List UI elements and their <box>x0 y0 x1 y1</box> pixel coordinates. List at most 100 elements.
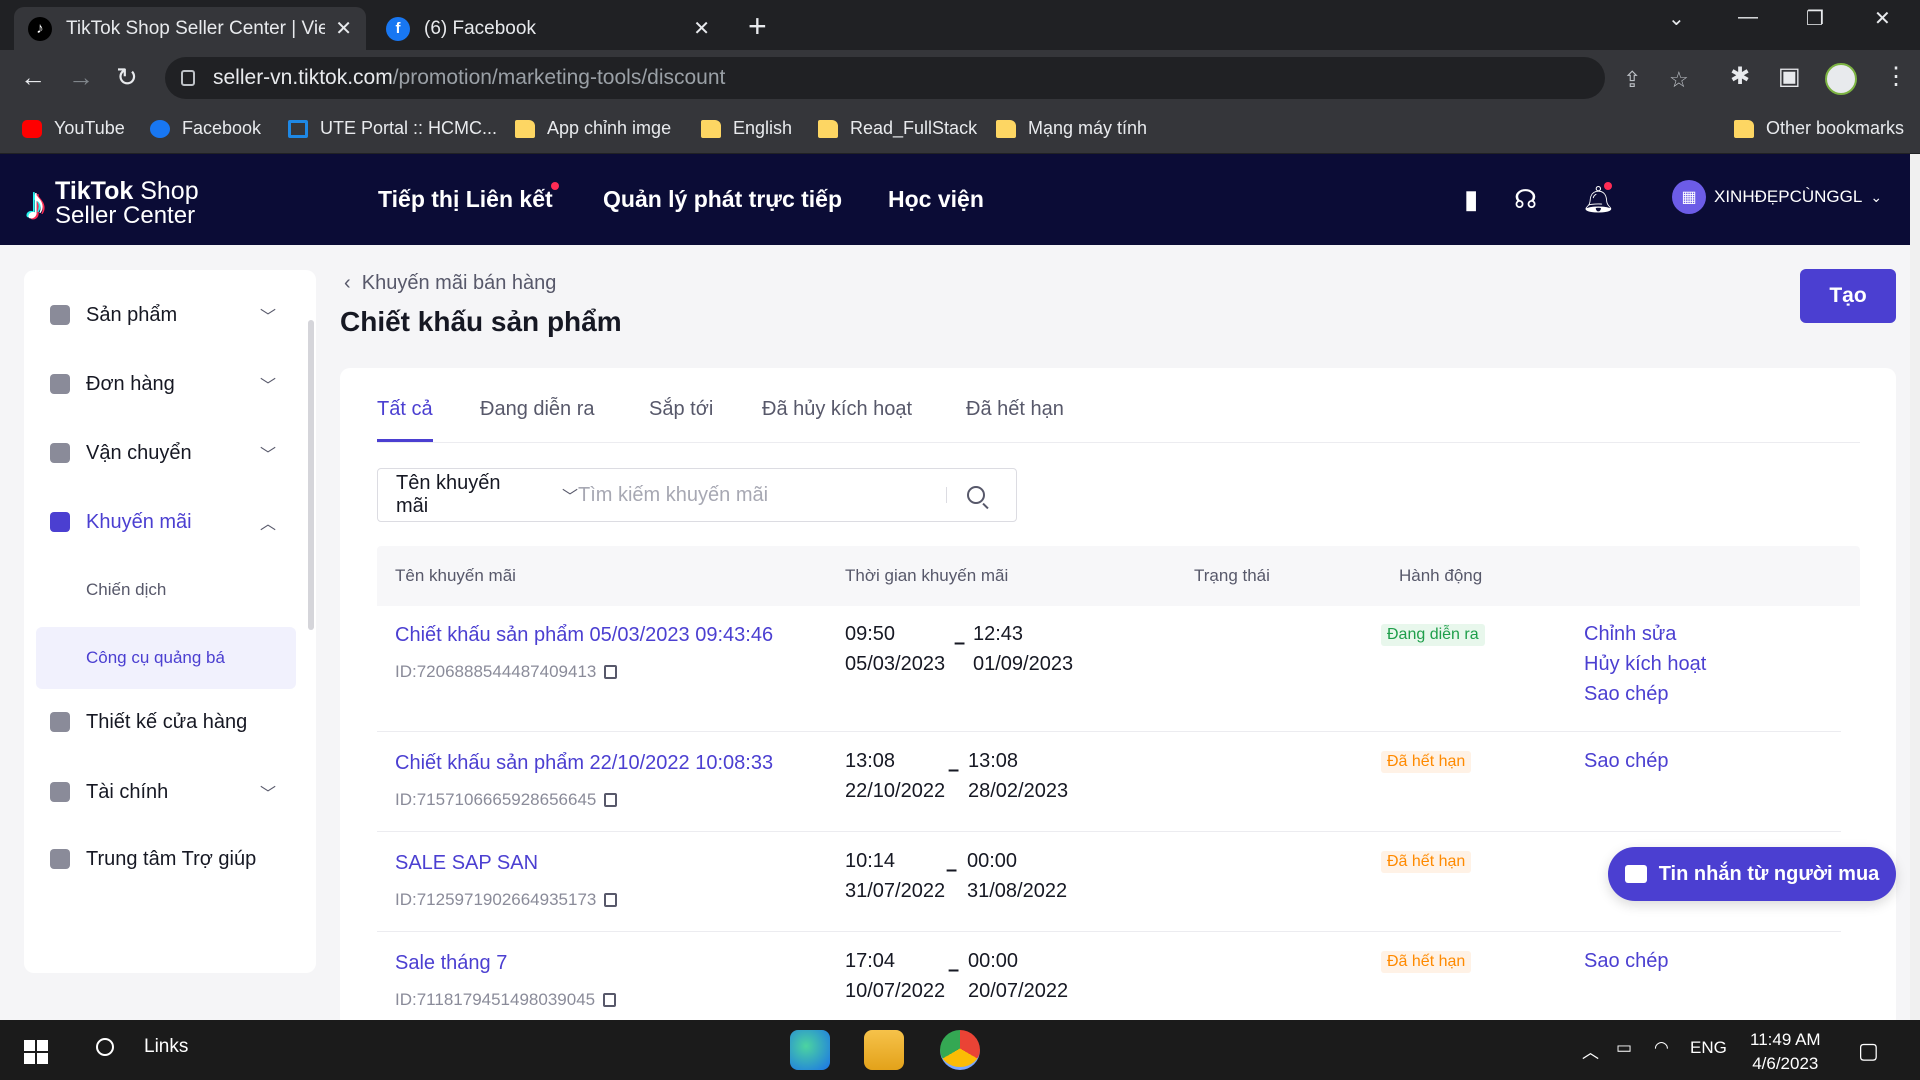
wifi-icon[interactable]: ◠ <box>1654 1038 1669 1058</box>
sidebar-item-finance[interactable]: Tài chính ﹀ <box>24 770 316 814</box>
search-input[interactable] <box>578 483 938 507</box>
file-explorer-icon[interactable] <box>864 1030 904 1070</box>
sidebar-item-orders[interactable]: Đơn hàng ﹀ <box>24 362 316 406</box>
copy-link[interactable]: Sao chép <box>1584 679 1706 709</box>
mobile-icon[interactable]: ▮ <box>1464 184 1478 215</box>
tab-ongoing[interactable]: Đang diễn ra <box>480 398 595 442</box>
clock-date: 4/6/2023 <box>1752 1054 1819 1073</box>
sidebar-scrollbar[interactable] <box>308 320 314 630</box>
edge-icon[interactable] <box>790 1030 830 1070</box>
reload-icon[interactable]: ↻ <box>116 62 138 93</box>
notifications-icon[interactable]: ▢ <box>1858 1038 1879 1064</box>
profile-avatar[interactable] <box>1825 63 1857 95</box>
account-menu[interactable]: ▦ XINHĐẸPCÙNGGL ⌄ <box>1672 180 1882 214</box>
chrome-icon[interactable] <box>940 1030 980 1070</box>
copy-link[interactable]: Sao chép <box>1584 946 1669 976</box>
close-window-button[interactable]: ✕ <box>1874 6 1891 31</box>
taskbar-search[interactable]: Links <box>96 1036 188 1058</box>
bookmark-facebook[interactable]: Facebook <box>150 118 261 139</box>
start-date: 22/10/2022 <box>845 780 946 802</box>
bookmark-app-chinh-imge[interactable]: App chỉnh imge <box>515 118 671 139</box>
promotion-name-link[interactable]: Chiết khấu sản phẩm 22/10/2022 10:08:33 <box>395 752 773 775</box>
status-tabs: Tất cả Đang diễn ra Sắp tới Đã hủy kích … <box>377 398 1860 443</box>
tab-search-icon[interactable]: ⌄ <box>1668 6 1685 31</box>
system-clock[interactable]: 11:49 AM 4/6/2023 <box>1750 1028 1821 1076</box>
folder-icon <box>701 119 721 138</box>
create-button[interactable]: Tạo <box>1800 269 1896 323</box>
tray-chevron-icon[interactable]: ︿ <box>1582 1038 1599 1063</box>
promotion-name-link[interactable]: SALE SAP SAN <box>395 852 538 875</box>
bookmark-label: English <box>733 118 793 138</box>
nav-affiliate-marketing[interactable]: Tiếp thị Liên kết <box>378 186 553 213</box>
promotion-table: Tên khuyến mãi Thời gian khuyến mãi Trạn… <box>377 546 1860 1032</box>
sidebar-item-products[interactable]: Sản phẩm ﹀ <box>24 293 316 337</box>
sidebar-item-label: Sản phẩm <box>86 303 178 326</box>
bookmark-label: App chỉnh imge <box>547 118 672 138</box>
bookmark-star-icon[interactable]: ☆ <box>1669 67 1689 93</box>
promotion-name-link[interactable]: Chiết khấu sản phẩm 05/03/2023 09:43:46 <box>395 624 773 647</box>
address-bar[interactable]: seller-vn.tiktok.com/promotion/marketing… <box>165 57 1689 99</box>
copy-icon[interactable] <box>603 993 617 1007</box>
sidebar-item-promotions[interactable]: Khuyến mãi ︿ <box>24 500 316 544</box>
sidebar-item-store-design[interactable]: Thiết kế cửa hàng <box>24 700 316 744</box>
chat-icon <box>1624 865 1647 883</box>
other-bookmarks[interactable]: Other bookmarks <box>1734 118 1904 139</box>
restore-button[interactable]: ❐ <box>1806 6 1824 31</box>
copy-link[interactable]: Sao chép <box>1584 746 1669 776</box>
deactivate-link[interactable]: Hủy kích hoạt <box>1584 649 1706 679</box>
promotion-name-link[interactable]: Sale tháng 7 <box>395 952 507 975</box>
headset-icon[interactable]: ☊ <box>1514 184 1537 215</box>
copy-icon[interactable] <box>604 893 618 907</box>
end-clock: 13:08 <box>968 750 1019 772</box>
sidebar-item-shipping[interactable]: Vận chuyển ﹀ <box>24 431 316 475</box>
language-indicator[interactable]: ENG <box>1690 1038 1727 1058</box>
share-icon[interactable]: ⇪ <box>1623 67 1641 93</box>
promotion-id-text: ID:7157106665928656645 <box>395 790 597 809</box>
end-time: 12:43 01/09/2023 <box>973 619 1073 679</box>
tab-facebook[interactable]: f (6) Facebook ✕ <box>372 7 724 50</box>
back-icon[interactable]: ← <box>20 62 46 93</box>
minimize-button[interactable]: — <box>1738 6 1758 29</box>
end-time: 00:00 20/07/2022 <box>968 946 1068 1006</box>
tiktok-shop-logo[interactable]: ♪ TikTok Shop Seller Center <box>24 176 199 230</box>
bookmark-youtube[interactable]: YouTube <box>22 118 125 139</box>
bookmark-read-fullstack[interactable]: Read_FullStack <box>818 118 977 139</box>
bookmarks-bar: YouTube Facebook UTE Portal :: HCMC... A… <box>0 106 1920 154</box>
start-clock: 13:08 <box>845 750 896 772</box>
product-icon <box>50 305 70 325</box>
tab-all[interactable]: Tất cả <box>377 398 433 442</box>
windows-start-icon[interactable] <box>24 1040 48 1064</box>
bookmark-english[interactable]: English <box>701 118 792 139</box>
breadcrumb[interactable]: ‹ Khuyến mãi bán hàng <box>344 272 556 295</box>
forward-icon[interactable]: → <box>68 62 94 93</box>
logo-text-shop: Shop <box>133 176 199 205</box>
bookmark-label: Read_FullStack <box>850 118 978 138</box>
search-icon[interactable] <box>967 486 985 504</box>
promotion-id: ID:7157106665928656645 <box>395 790 618 810</box>
copy-icon[interactable] <box>604 665 618 679</box>
page-scrollbar[interactable] <box>1910 154 1920 1020</box>
tab-deactivated[interactable]: Đã hủy kích hoạt <box>762 398 912 442</box>
nav-live-management[interactable]: Quản lý phát trực tiếp <box>603 186 842 213</box>
tab-upcoming[interactable]: Sắp tới <box>649 398 713 442</box>
extensions-icon[interactable]: ✱ <box>1730 62 1750 91</box>
battery-icon[interactable]: ▭ <box>1616 1038 1632 1058</box>
copy-icon[interactable] <box>604 793 618 807</box>
tab-expired[interactable]: Đã hết hạn <box>966 398 1064 442</box>
edit-link[interactable]: Chỉnh sửa <box>1584 619 1706 649</box>
close-tab-icon[interactable]: ✕ <box>693 16 710 41</box>
sidebar-sub-promotion-tools[interactable]: Công cụ quảng bá <box>36 627 296 689</box>
new-tab-button[interactable]: + <box>748 8 767 45</box>
nav-academy[interactable]: Học viện <box>888 186 984 213</box>
sidebar-item-help-center[interactable]: Trung tâm Trợ giúp <box>24 837 316 881</box>
search-field-select[interactable]: Tên khuyến mãi ﹀ <box>378 472 578 518</box>
sidebar-sub-campaigns[interactable]: Chiến dịch <box>36 559 296 621</box>
bookmark-mang-may-tinh[interactable]: Mạng máy tính <box>996 118 1147 139</box>
menu-icon[interactable]: ⋮ <box>1884 62 1908 91</box>
close-tab-icon[interactable]: ✕ <box>335 16 352 41</box>
side-panel-icon[interactable]: ▣ <box>1778 62 1801 91</box>
start-clock: 17:04 <box>845 950 896 972</box>
buyer-messages-button[interactable]: Tin nhắn từ người mua <box>1608 847 1896 901</box>
tab-tiktok-seller-center[interactable]: ♪ TikTok Shop Seller Center | Vietna ✕ <box>14 7 366 50</box>
bookmark-ute-portal[interactable]: UTE Portal :: HCMC... <box>288 118 497 139</box>
